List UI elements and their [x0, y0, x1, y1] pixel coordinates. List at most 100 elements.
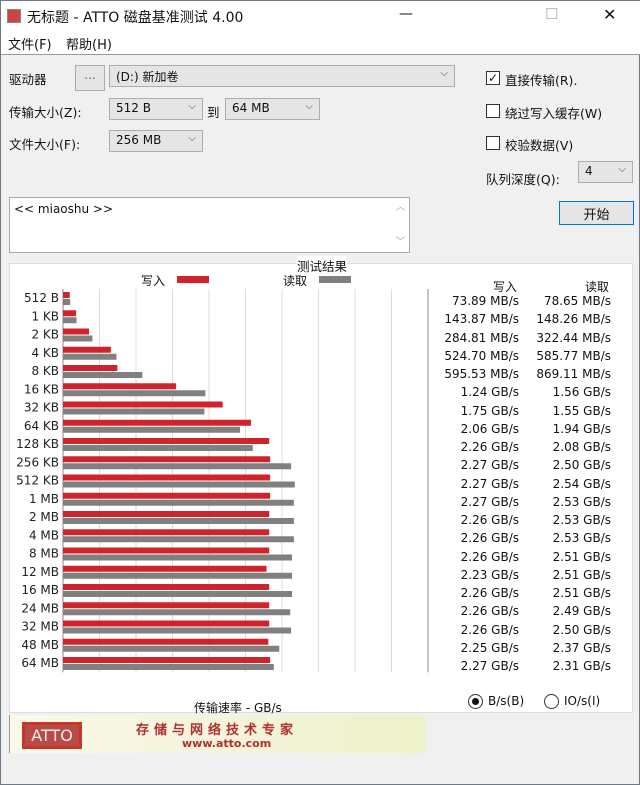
file-size-select[interactable]: 256 MB ⌵ — [109, 130, 203, 152]
read-value: 1.56 GB/s — [552, 385, 611, 400]
read-value: 2.51 GB/s — [552, 586, 611, 600]
write-value: 2.26 GB/s — [460, 604, 519, 619]
read-bar — [63, 554, 293, 561]
bypass-cache-checkbox[interactable] — [486, 104, 500, 118]
write-value: 2.27 GB/s — [460, 494, 519, 509]
write-bar — [63, 547, 270, 554]
close-button[interactable]: ✕ — [603, 5, 616, 24]
write-bar — [63, 492, 271, 499]
write-bar — [63, 365, 118, 371]
banner-url: www.atto.com — [182, 737, 272, 750]
scroll-up-icon[interactable]: ︿ — [392, 198, 409, 213]
write-value: 2.27 GB/s — [460, 458, 519, 473]
read-value: 322.44 MB/s — [536, 330, 611, 345]
direct-io-checkbox[interactable]: ✓ — [486, 71, 500, 85]
y-tick-label: 4 KB — [31, 346, 59, 360]
result-row: 1.24 GB/s 1.56 GB/s — [431, 385, 611, 403]
write-bar — [63, 456, 271, 463]
write-value: 2.26 GB/s — [460, 586, 519, 600]
write-value: 2.27 GB/s — [460, 476, 519, 491]
read-value: 585.77 MB/s — [536, 348, 611, 363]
drive-select[interactable]: (D:) 新加卷 ⌵ — [109, 65, 455, 87]
result-row: 2.27 GB/s 2.53 GB/s — [431, 495, 611, 513]
direct-io-label: 直接传输(R). — [505, 73, 578, 88]
read-value: 2.51 GB/s — [552, 567, 611, 582]
scroll-down-icon[interactable]: ﹀ — [392, 233, 409, 248]
write-value: 2.26 GB/s — [460, 513, 519, 527]
bytes-radio[interactable] — [468, 694, 483, 709]
write-value: 2.23 GB/s — [460, 567, 519, 582]
write-bar — [63, 346, 111, 353]
y-tick-label: 48 MB — [21, 638, 59, 652]
browse-label: ... — [84, 68, 96, 82]
result-row: 143.87 MB/s 148.26 MB/s — [431, 312, 611, 330]
description-text: << miaoshu >> — [14, 202, 114, 216]
write-bar — [63, 310, 77, 317]
banner-slogan: 存储与网络技术专家 — [136, 723, 299, 738]
x-axis-label: 传输速率 - GB/s — [194, 701, 282, 715]
read-bar — [63, 372, 143, 378]
y-tick-label: 16 MB — [21, 583, 59, 597]
y-tick-label: 128 KB — [16, 437, 59, 451]
result-row: 2.23 GB/s 2.51 GB/s — [431, 568, 611, 586]
queue-depth-select[interactable]: 4 ⌵ — [578, 161, 633, 183]
y-tick-label: 2 KB — [31, 328, 59, 342]
write-bar — [63, 511, 270, 517]
read-value: 148.26 MB/s — [536, 312, 611, 327]
transfer-from-select[interactable]: 512 B ⌵ — [109, 98, 203, 120]
verify-label: 校验数据(V) — [505, 138, 574, 153]
scrollbar[interactable]: ︿ ﹀ — [392, 198, 409, 252]
logo-text: ATTO — [31, 726, 73, 745]
y-tick-label: 2 MB — [29, 510, 59, 524]
io-radio[interactable] — [544, 694, 559, 709]
result-row: 2.26 GB/s 2.49 GB/s — [431, 604, 611, 622]
description-textarea[interactable]: << miaoshu >> ︿ ﹀ — [9, 197, 410, 253]
y-tick-label: 64 KB — [24, 419, 59, 433]
bypass-cache-label: 绕过写入缓存(W) — [505, 106, 603, 121]
read-column-header: 读取 — [585, 280, 610, 294]
y-tick-label: 8 MB — [29, 547, 59, 561]
start-button[interactable]: 开始 — [559, 201, 634, 225]
maximize-button[interactable]: ☐ — [545, 5, 558, 23]
minimize-button[interactable]: — — [399, 6, 413, 22]
read-value: 2.50 GB/s — [552, 622, 611, 637]
write-value: 73.89 MB/s — [451, 294, 519, 308]
y-tick-label: 1 KB — [31, 309, 59, 323]
write-column-header: 写入 — [493, 280, 518, 294]
read-bar — [63, 645, 280, 652]
menu-file[interactable]: 文件(F) — [8, 34, 52, 53]
read-bar — [63, 627, 292, 634]
read-bar — [63, 445, 253, 451]
browse-button[interactable]: ... — [75, 65, 105, 91]
write-value: 2.26 GB/s — [460, 549, 519, 564]
write-value: 2.26 GB/s — [460, 531, 519, 546]
window-title: 无标题 - ATTO 磁盘基准测试 4.00 — [27, 10, 244, 26]
read-bar — [63, 536, 294, 543]
app-icon — [7, 9, 21, 23]
atto-banner[interactable]: ATTO 存储与网络技术专家 www.atto.com — [9, 715, 425, 753]
y-tick-label: 4 MB — [29, 528, 59, 542]
write-bar — [63, 474, 271, 481]
read-value: 2.51 GB/s — [552, 549, 611, 564]
result-row: 524.70 MB/s 585.77 MB/s — [431, 349, 611, 367]
result-row: 2.25 GB/s 2.37 GB/s — [431, 641, 611, 659]
result-row: 2.27 GB/s 2.50 GB/s — [431, 458, 611, 476]
transfer-to-select[interactable]: 64 MB ⌵ — [225, 98, 320, 120]
y-tick-label: 16 KB — [24, 382, 59, 396]
read-value: 1.94 GB/s — [552, 421, 611, 436]
chevron-down-icon: ⌵ — [618, 164, 626, 175]
title-bar: 无标题 - ATTO 磁盘基准测试 4.00 — ☐ ✕ — [1, 1, 640, 31]
read-value: 2.53 GB/s — [552, 513, 611, 527]
legend-write-swatch — [177, 276, 209, 283]
read-bar — [63, 499, 294, 506]
menu-help[interactable]: 帮助(H) — [66, 34, 112, 53]
write-value: 2.26 GB/s — [460, 440, 519, 454]
verify-checkbox[interactable] — [486, 136, 500, 150]
start-label: 开始 — [583, 208, 610, 223]
queue-depth-label: 队列深度(Q): — [486, 172, 560, 187]
write-value: 143.87 MB/s — [444, 312, 519, 327]
read-value: 1.55 GB/s — [552, 403, 611, 418]
read-bar — [63, 390, 206, 397]
read-value: 2.49 GB/s — [552, 604, 611, 619]
results-chart: 00.40.81.21.622.42.83.23.64512 B1 KB2 KB… — [16, 289, 429, 673]
